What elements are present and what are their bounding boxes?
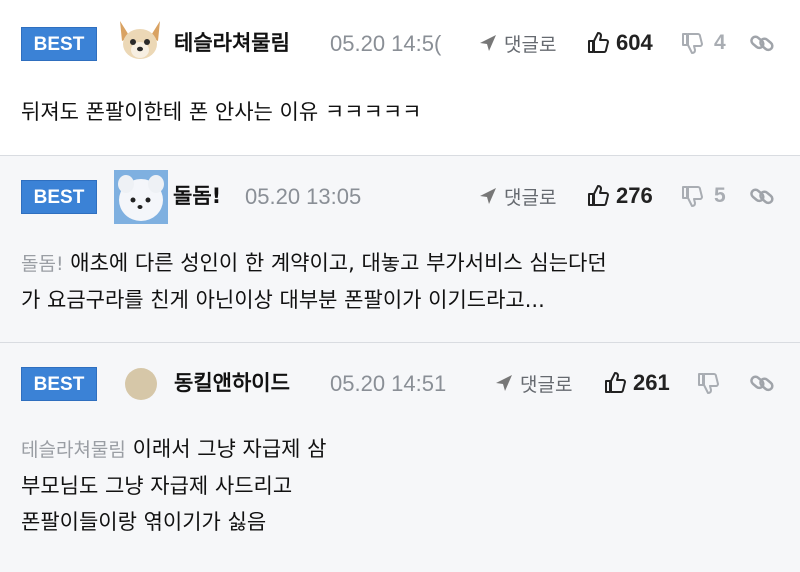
comment-item: BEST 동킬앤하이드 05.20 14:51 댓글로 261 테슬라쳐물림 이…	[0, 343, 800, 572]
nickname[interactable]: 동킬앤하이드	[174, 367, 290, 399]
dog-avatar	[114, 17, 166, 67]
comment-line: 부모님도 그냥 자급제 사드리고	[21, 474, 293, 498]
white-dog-avatar	[114, 170, 168, 224]
dislike-count: 4	[714, 31, 726, 54]
dislike-button[interactable]: 5	[680, 180, 726, 212]
comment-line: 테슬라쳐물림 이래서 그냥 자급제 삼	[21, 431, 326, 468]
send-arrow-icon	[480, 35, 496, 51]
link-icon[interactable]	[748, 369, 776, 397]
comment-header: BEST 테슬라쳐물림 05.20 14:5( 댓글로 604 4	[0, 17, 800, 67]
thumbs-down-icon	[682, 33, 703, 54]
like-count: 261	[633, 370, 670, 395]
mention-tag[interactable]: 돌돔!	[21, 253, 64, 275]
default-avatar	[124, 367, 158, 401]
send-arrow-icon	[496, 375, 512, 391]
dog-avatar-icon	[114, 17, 166, 67]
like-button[interactable]: 276	[586, 180, 653, 212]
white-dog-avatar-icon	[114, 170, 168, 224]
like-button[interactable]: 261	[603, 367, 670, 399]
thumbs-down-icon	[682, 186, 703, 207]
comment-header: BEST 동킬앤하이드 05.20 14:51 댓글로 261	[0, 357, 800, 407]
comment-date: 05.20 14:51	[330, 371, 447, 396]
comment-text: 테슬라쳐물림 이래서 그냥 자급제 삼 부모님도 그냥 자급제 사드리고 폰팔이…	[21, 431, 326, 540]
comment-line: 가 요금구라를 친게 아닌이상 대부분 폰팔이가 이기드라고...	[21, 288, 545, 312]
reply-label: 댓글로	[520, 373, 573, 396]
dislike-button[interactable]: 4	[680, 27, 726, 59]
default-avatar-icon	[125, 368, 157, 400]
thumbs-up-icon	[605, 372, 626, 393]
comment-line: 뒤져도 폰팔이한테 폰 안사는 이유 ㅋㅋㅋㅋㅋ	[21, 100, 422, 124]
comment-text: 뒤져도 폰팔이한테 폰 안사는 이유 ㅋㅋㅋㅋㅋ	[21, 94, 421, 130]
link-icon[interactable]	[748, 29, 776, 57]
thumbs-up-icon	[588, 32, 609, 53]
comment-date: 05.20 14:5(	[330, 31, 442, 56]
reply-label: 댓글로	[504, 186, 557, 209]
thumbs-up-icon	[588, 185, 609, 206]
send-arrow-icon	[480, 188, 496, 204]
nickname[interactable]: 테슬라쳐물림	[174, 27, 290, 59]
comment-line-text: 애초에 다른 성인이 한 계약이고, 대놓고 부가서비스 심는다던	[70, 251, 607, 275]
link-icon[interactable]	[748, 182, 776, 210]
mention-tag[interactable]: 테슬라쳐물림	[21, 439, 126, 461]
thumbs-down-icon	[698, 373, 719, 394]
dislike-count: 5	[714, 184, 726, 207]
reply-button[interactable]: 댓글로	[478, 180, 556, 212]
reply-button[interactable]: 댓글로	[494, 367, 572, 399]
comment-date: 05.20 13:05	[245, 184, 362, 209]
like-count: 276	[616, 183, 653, 208]
dislike-button[interactable]	[696, 367, 730, 399]
best-badge: BEST	[21, 367, 97, 401]
reply-button[interactable]: 댓글로	[478, 27, 556, 59]
comment-line: 폰팔이들이랑 엮이기가 싫음	[21, 510, 267, 534]
like-count: 604	[616, 30, 653, 55]
comment-item: BEST 돌돔! 05.20 13:05 댓글로 276 5 돌돔! 애초에 다…	[0, 156, 800, 342]
comment-header: BEST 돌돔! 05.20 13:05 댓글로 276 5	[0, 170, 800, 224]
comment-line: 돌돔! 애초에 다른 성인이 한 계약이고, 대놓고 부가서비스 심는다던	[21, 245, 607, 282]
comment-item: BEST 테슬라쳐물림 05.20 14:5( 댓글로 604 4 뒤져도 폰팔…	[0, 0, 800, 155]
nickname[interactable]: 돌돔!	[173, 180, 221, 212]
reply-label: 댓글로	[504, 33, 557, 56]
like-button[interactable]: 604	[586, 27, 653, 59]
best-badge: BEST	[21, 27, 97, 61]
comment-text: 돌돔! 애초에 다른 성인이 한 계약이고, 대놓고 부가서비스 심는다던 가 …	[21, 245, 607, 318]
best-badge: BEST	[21, 180, 97, 214]
comment-line-text: 이래서 그냥 자급제 삼	[132, 437, 327, 461]
